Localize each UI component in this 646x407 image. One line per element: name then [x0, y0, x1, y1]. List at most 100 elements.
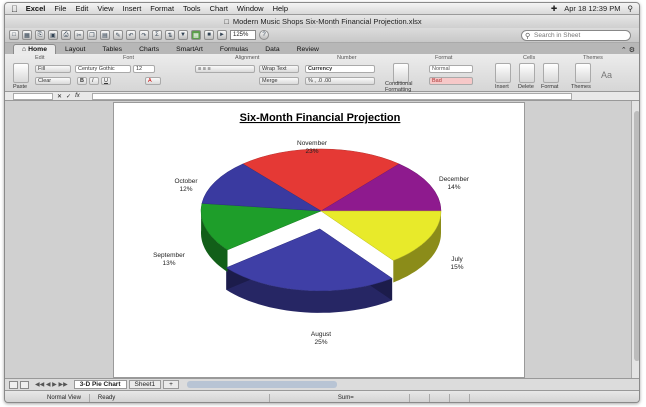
delete-cells-button[interactable] [519, 63, 535, 83]
save-icon[interactable]: ▣ [48, 30, 58, 40]
themes-button[interactable] [575, 63, 591, 83]
style-normal[interactable]: Normal [429, 65, 473, 73]
scroll-thumb[interactable] [634, 111, 639, 361]
paste-icon[interactable]: ▤ [100, 30, 110, 40]
spotlight-icon[interactable]: ⚲ [628, 4, 634, 13]
filter-icon[interactable]: ▼ [178, 30, 188, 40]
menu-file[interactable]: File [54, 4, 66, 13]
wrap-text-button[interactable]: Wrap Text [259, 65, 299, 73]
clock[interactable]: Apr 18 12:39 PM [564, 4, 620, 13]
data-label-september[interactable]: September 13% [153, 252, 186, 267]
menu-chart[interactable]: Chart [210, 4, 228, 13]
format-painter-icon[interactable]: ✎ [113, 30, 123, 40]
apple-icon[interactable]:  [11, 4, 18, 14]
insert-cells-button[interactable] [495, 63, 511, 83]
ribbon-tabs: ⌂ Home Layout Tables Charts SmartArt Form… [5, 43, 639, 54]
conditional-formatting-button[interactable] [393, 63, 409, 83]
fx-icon[interactable]: fx [75, 93, 80, 99]
print-icon[interactable]: ⎙ [61, 30, 71, 40]
group-themes: Themes [583, 55, 603, 61]
menu-format[interactable]: Format [150, 4, 174, 13]
menu-edit[interactable]: Edit [75, 4, 88, 13]
merge-button[interactable]: Merge [259, 77, 299, 85]
excel-window:  Excel File Edit View Insert Format Too… [4, 2, 640, 403]
vertical-scrollbar[interactable] [631, 101, 639, 378]
zoom-select[interactable]: 125% [230, 30, 256, 40]
name-box[interactable] [13, 92, 53, 100]
data-label-line: December [439, 176, 470, 183]
menu-insert[interactable]: Insert [123, 4, 142, 13]
template-icon[interactable]: ▦ [22, 30, 32, 40]
horizontal-scrollbar[interactable] [186, 381, 337, 388]
sort-icon[interactable]: ⇅ [165, 30, 175, 40]
bold-button[interactable]: B [77, 77, 87, 85]
style-bad[interactable]: Bad [429, 77, 473, 85]
add-sheet-button[interactable]: + [163, 380, 179, 389]
chart-sheet[interactable]: Six-Month Financial Projection November 2… [113, 102, 525, 378]
format-cells-button[interactable] [543, 63, 559, 83]
number-buttons[interactable]: % , .0 .00 [305, 77, 375, 85]
data-label-august[interactable]: August 25% [311, 331, 331, 346]
number-format-select[interactable]: Currency [305, 65, 375, 73]
tab-review[interactable]: Review [289, 44, 327, 54]
status-view: Normal View [39, 393, 90, 402]
data-label-december[interactable]: December 14% [439, 176, 470, 191]
data-label-line: August [311, 331, 331, 338]
underline-button[interactable]: U [101, 77, 111, 85]
spaces-icon[interactable]: ✚ [551, 4, 557, 13]
status-sum[interactable]: Sum= [330, 393, 410, 402]
search-input[interactable]: ⚲ Search in Sheet [521, 30, 631, 41]
group-edit: Edit [35, 55, 45, 61]
tab-nav-icon[interactable]: ◀◀ ◀ ▶ ▶▶ [35, 381, 68, 388]
tab-smartart[interactable]: SmartArt [168, 44, 211, 54]
italic-button[interactable]: I [89, 77, 99, 85]
copy-icon[interactable]: ❐ [87, 30, 97, 40]
formula-bar: ✕ ✓ fx [5, 92, 639, 101]
tab-home[interactable]: ⌂ Home [13, 44, 56, 54]
normal-view-icon[interactable] [9, 380, 18, 389]
alignment-buttons[interactable]: ≡ ≡ ≡ [195, 65, 255, 73]
ribbon: Edit Font Alignment Number Format Cells … [5, 54, 639, 93]
gallery-icon[interactable]: ▦ [191, 30, 201, 40]
media-icon[interactable]: ► [217, 30, 227, 40]
home-icon: ⌂ [22, 46, 27, 53]
data-label-line: 14% [447, 184, 460, 191]
new-icon[interactable]: □ [9, 30, 19, 40]
tab-data[interactable]: Data [257, 44, 287, 54]
data-label-october[interactable]: October 12% [174, 178, 198, 193]
clear-button[interactable]: Clear [35, 77, 71, 85]
paste-button[interactable] [13, 63, 29, 83]
tab-tables[interactable]: Tables [94, 44, 130, 54]
menu-view[interactable]: View [97, 4, 113, 13]
menu-help[interactable]: Help [273, 4, 288, 13]
font-color-button[interactable]: A [145, 77, 161, 85]
ribbon-collapse-icon[interactable]: ⌃ ⚙ [621, 46, 635, 54]
undo-icon[interactable]: ↶ [126, 30, 136, 40]
tab-formulas[interactable]: Formulas [212, 44, 256, 54]
help-icon[interactable]: ? [259, 30, 269, 40]
menu-excel[interactable]: Excel [26, 4, 46, 13]
sheet-tab-3d-pie-chart[interactable]: 3-D Pie Chart [73, 380, 127, 389]
menu-window[interactable]: Window [237, 4, 264, 13]
redo-icon[interactable]: ↷ [139, 30, 149, 40]
menu-tools[interactable]: Tools [183, 4, 201, 13]
pie-chart[interactable]: Six-Month Financial Projection November 2… [114, 103, 526, 379]
open-icon[interactable]: ⎘ [35, 30, 45, 40]
data-label-line: 25% [314, 339, 327, 346]
cut-icon[interactable]: ✂ [74, 30, 84, 40]
search-placeholder: Search in Sheet [534, 32, 581, 39]
font-size-select[interactable]: 12 [133, 65, 155, 73]
toolbox-icon[interactable]: ■ [204, 30, 214, 40]
tab-layout[interactable]: Layout [57, 44, 93, 54]
theme-fonts-icon[interactable]: Aa [601, 70, 612, 80]
formula-input[interactable] [91, 92, 572, 100]
font-name-select[interactable]: Century Gothic [75, 65, 131, 73]
page-layout-icon[interactable] [20, 380, 29, 389]
cancel-icon[interactable]: ✕ [57, 93, 62, 100]
autosum-icon[interactable]: Σ [152, 30, 162, 40]
enter-icon[interactable]: ✓ [66, 93, 71, 100]
sheet-tab-sheet1[interactable]: Sheet1 [128, 380, 162, 389]
data-label-july[interactable]: July 15% [450, 256, 463, 271]
fill-button[interactable]: Fill [35, 65, 71, 73]
tab-charts[interactable]: Charts [131, 44, 167, 54]
